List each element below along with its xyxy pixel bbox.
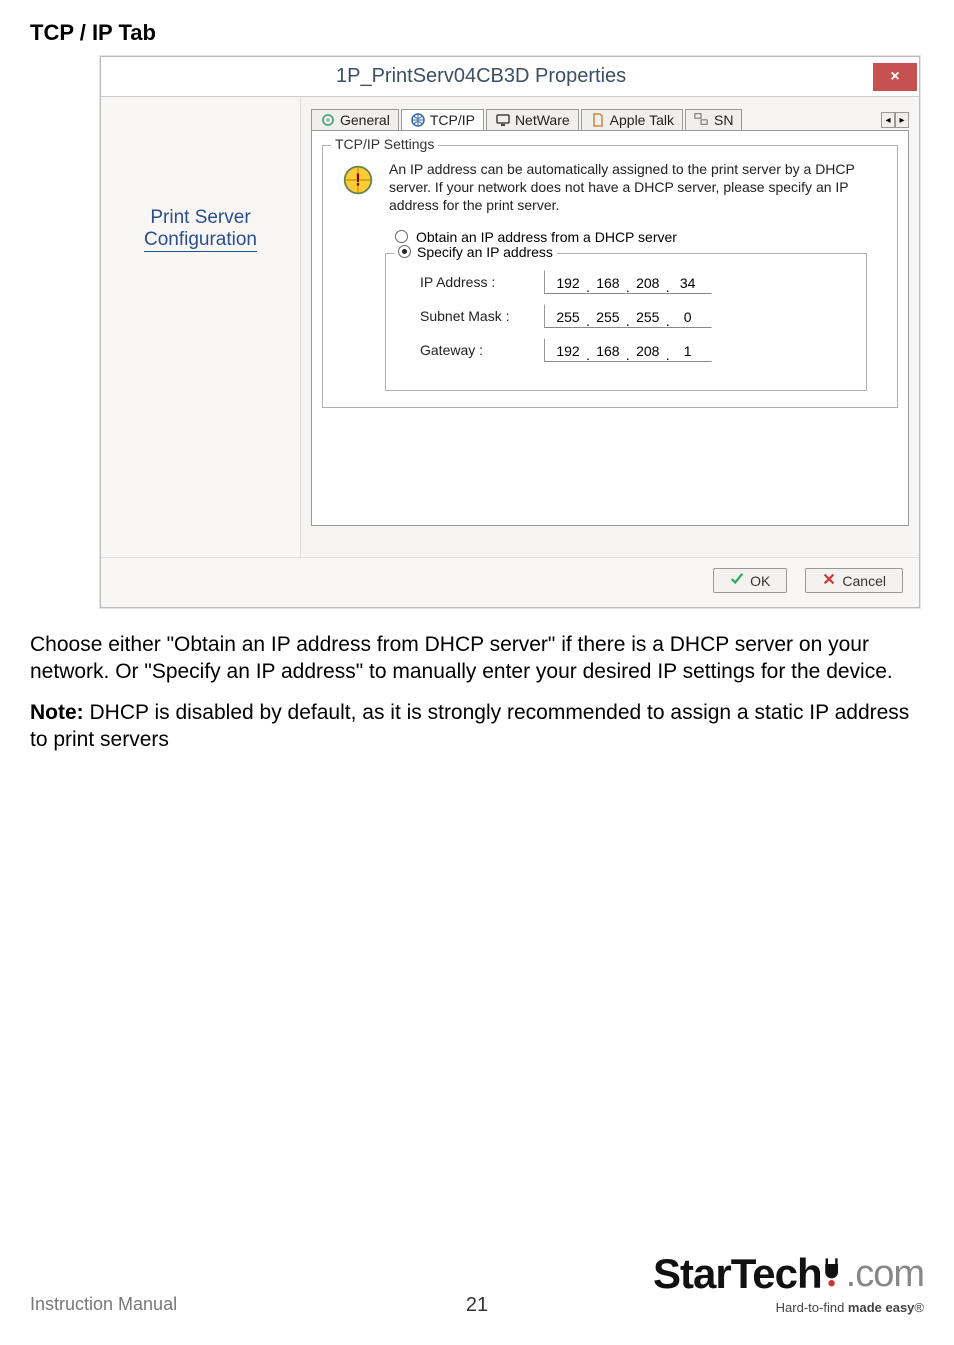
window-title: 1P_PrintServ04CB3D Properties <box>336 65 626 88</box>
radio-label: Obtain an IP address from a DHCP server <box>416 229 677 245</box>
cancel-label: Cancel <box>842 573 886 589</box>
groupbox-title: TCP/IP Settings <box>331 136 438 152</box>
check-icon <box>730 572 744 589</box>
tab-snmp-partial[interactable]: SN <box>685 109 742 130</box>
ip-octet[interactable]: 34 <box>671 275 705 291</box>
radio-label: Specify an IP address <box>417 244 553 260</box>
footer-left: Instruction Manual <box>30 1294 177 1315</box>
sidebar: Print Server Configuration <box>101 97 301 557</box>
ip-address-row: IP Address : 192. 168. 208. 34 <box>420 270 854 294</box>
tab-appletalk[interactable]: Apple Talk <box>581 109 683 130</box>
body-paragraph-2: Note: DHCP is disabled by default, as it… <box>30 700 924 754</box>
document-icon <box>590 112 606 128</box>
titlebar[interactable]: 1P_PrintServ04CB3D Properties × <box>101 57 919 97</box>
ip-octet[interactable]: 255 <box>591 309 625 325</box>
tab-label: General <box>340 112 390 128</box>
page-number: 21 <box>466 1294 488 1317</box>
note-label: Note: <box>30 701 84 724</box>
globe-icon <box>410 112 426 128</box>
subnet-mask-input[interactable]: 255. 255. 255. 0 <box>544 304 712 328</box>
dialog-button-row: OK Cancel <box>101 557 919 607</box>
dialog-body: Print Server Configuration General TCP/I… <box>101 97 919 557</box>
subnet-mask-row: Subnet Mask : 255. 255. 255. 0 <box>420 304 854 328</box>
ip-octet[interactable]: 192 <box>551 343 585 359</box>
tcpip-settings-group: TCP/IP Settings ! An IP address can be a… <box>322 145 898 408</box>
body-paragraph-1: Choose either "Obtain an IP address from… <box>30 632 924 686</box>
x-icon <box>822 572 836 589</box>
ip-octet[interactable]: 168 <box>591 275 625 291</box>
ok-button[interactable]: OK <box>713 568 787 593</box>
sidebar-line-1: Print Server <box>101 207 300 229</box>
info-row: ! An IP address can be automatically ass… <box>335 154 885 223</box>
gateway-input[interactable]: 192. 168. 208. 1 <box>544 338 712 362</box>
monitor-icon <box>495 112 511 128</box>
ok-label: OK <box>750 573 770 589</box>
tab-label: Apple Talk <box>610 112 674 128</box>
alert-globe-icon: ! <box>339 160 377 200</box>
tabstrip: General TCP/IP NetWare <box>311 105 909 131</box>
gateway-label: Gateway : <box>420 342 530 358</box>
ip-octet[interactable]: 1 <box>671 343 705 359</box>
tab-label: TCP/IP <box>430 112 475 128</box>
ip-octet[interactable]: 255 <box>551 309 585 325</box>
ip-octet[interactable]: 208 <box>631 343 665 359</box>
note-text: DHCP is disabled by default, as it is st… <box>30 701 909 751</box>
devices-icon <box>694 112 710 128</box>
radio-icon <box>398 245 411 258</box>
ip-octet[interactable]: 192 <box>551 275 585 291</box>
radio-manual[interactable]: Specify an IP address <box>394 244 557 260</box>
radio-dhcp[interactable]: Obtain an IP address from a DHCP server <box>395 229 885 245</box>
specify-ip-group: Specify an IP address IP Address : 192. … <box>385 253 867 391</box>
svg-text:!: ! <box>355 171 361 190</box>
info-text: An IP address can be automatically assig… <box>389 160 881 215</box>
subnet-mask-label: Subnet Mask : <box>420 308 530 324</box>
tab-general[interactable]: General <box>311 109 399 130</box>
gateway-row: Gateway : 192. 168. 208. 1 <box>420 338 854 362</box>
right-panel: General TCP/IP NetWare <box>301 97 919 557</box>
logo-tagline: Hard-to-find made easy® <box>776 1300 924 1315</box>
tab-content: TCP/IP Settings ! An IP address can be a… <box>311 131 909 526</box>
gear-icon <box>320 112 336 128</box>
tab-label: NetWare <box>515 112 570 128</box>
radio-icon <box>395 230 408 243</box>
cancel-button[interactable]: Cancel <box>805 568 903 593</box>
sidebar-line-2: Configuration <box>144 229 257 252</box>
tab-scroll: ◂ ▸ <box>881 112 909 130</box>
tab-netware[interactable]: NetWare <box>486 109 579 130</box>
tab-scroll-right[interactable]: ▸ <box>895 112 909 128</box>
logo-main: StarTech <box>653 1250 822 1298</box>
ip-octet[interactable]: 255 <box>631 309 665 325</box>
close-button[interactable]: × <box>873 63 917 91</box>
properties-dialog: 1P_PrintServ04CB3D Properties × Print Se… <box>100 56 920 608</box>
logo-suffix: .com <box>846 1253 924 1296</box>
plug-icon <box>822 1255 846 1294</box>
tab-label: SN <box>714 112 733 128</box>
ip-octet[interactable]: 0 <box>671 309 705 325</box>
ip-address-input[interactable]: 192. 168. 208. 34 <box>544 270 712 294</box>
tab-scroll-left[interactable]: ◂ <box>881 112 895 128</box>
ip-octet[interactable]: 168 <box>591 343 625 359</box>
section-heading: TCP / IP Tab <box>30 20 924 46</box>
ip-address-label: IP Address : <box>420 274 530 290</box>
startech-logo: StarTech .com Hard-to-find made easy® <box>653 1250 924 1315</box>
tab-tcpip[interactable]: TCP/IP <box>401 109 484 130</box>
ip-octet[interactable]: 208 <box>631 275 665 291</box>
